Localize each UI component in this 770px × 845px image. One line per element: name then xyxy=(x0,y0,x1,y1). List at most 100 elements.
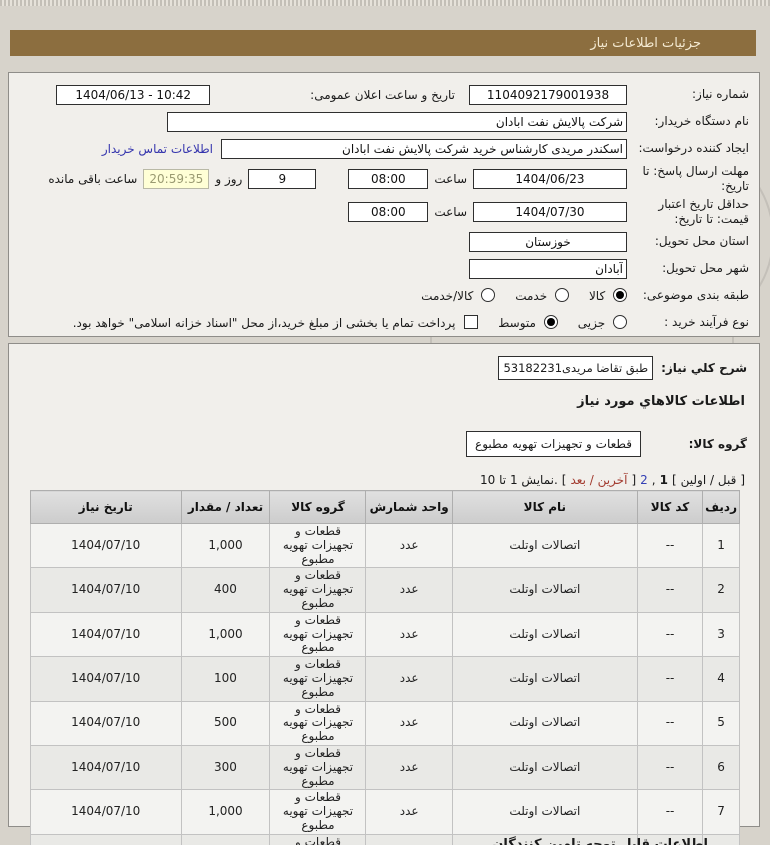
price-validity-label: حداقل تاریخ اعتبار قیمت: تا تاریخ: xyxy=(658,196,749,226)
cell-item-code: -- xyxy=(636,656,704,702)
goods-group-label: گروه کالا: xyxy=(688,437,747,451)
cell-unit: عدد xyxy=(365,611,453,658)
cell-group: قطعات و تجهیزات تهویه مطبوع xyxy=(269,833,367,845)
cell-row-number: 6 xyxy=(702,744,740,791)
price-validity-hour-input[interactable] xyxy=(348,201,429,222)
table-row: 4 -- اتصالات اوتلت عدد قطعات و تجهیزات ت… xyxy=(30,656,740,702)
treasury-payment-option: پرداخت تمام یا بخشی از مبلغ خرید،از محل … xyxy=(73,315,479,330)
radio-goods-label: کالا xyxy=(588,289,606,303)
buyer-org-input[interactable] xyxy=(167,111,627,132)
overall-desc-box: طبق تقاضا مریدی53182231 xyxy=(498,356,654,380)
province-input[interactable] xyxy=(469,231,627,252)
cell-item-name: اتصالات اوتلت xyxy=(451,567,638,613)
price-validity-row: حداقل تاریخ اعتبار قیمت: تا تاریخ: ساعت xyxy=(17,195,749,228)
goods-details-panel: شرح کلي نیاز: طبق تقاضا مریدی53182231 اط… xyxy=(8,343,760,845)
cell-row-number: 2 xyxy=(702,567,740,613)
cell-unit: عدد xyxy=(365,833,453,845)
cell-quantity: 400 xyxy=(180,567,271,613)
cell-item-code: -- xyxy=(636,700,704,746)
deadline-hour-label: ساعت xyxy=(434,171,467,186)
request-info-panel: شماره نیاز: تاریخ و ساعت اعلان عمومی: نا… xyxy=(8,72,760,337)
announce-datetime-label: تاریخ و ساعت اعلان عمومی: xyxy=(310,87,455,102)
remaining-days-input[interactable] xyxy=(248,168,317,189)
cell-unit: عدد xyxy=(365,700,453,746)
cell-need-date: 1404/07/10 xyxy=(30,833,182,845)
goods-group-row: گروه کالا: قطعات و تجهیزات تهویه مطبوع xyxy=(17,431,747,457)
cell-quantity: 1,000 xyxy=(180,789,271,835)
bracket: [ xyxy=(561,473,567,487)
cell-need-date: 1404/07/10 xyxy=(30,656,182,702)
validity-hour-label: ساعت xyxy=(434,204,467,219)
process-option-medium[interactable]: متوسط xyxy=(498,315,558,330)
cell-item-code: -- xyxy=(636,567,704,613)
cell-need-date: 1404/07/10 xyxy=(30,789,182,835)
process-option-minor[interactable]: جزیی xyxy=(578,315,627,330)
process-type-row: نوع فرآیند خرید : جزیی متوسط پرداخت تمام… xyxy=(17,309,749,336)
cell-row-number: 7 xyxy=(702,789,740,835)
need-number-input[interactable] xyxy=(469,84,627,105)
response-deadline-date-input[interactable] xyxy=(473,168,627,189)
page-title: جزئیات اطلاعات نیاز xyxy=(590,35,701,51)
need-number-row: شماره نیاز: تاریخ و ساعت اعلان عمومی: xyxy=(17,81,749,108)
col-header-item-code: کد کالا xyxy=(636,490,704,524)
cell-group: قطعات و تجهیزات تهویه مطبوع xyxy=(269,744,367,791)
response-deadline-hour-input[interactable] xyxy=(348,168,429,189)
cell-unit: عدد xyxy=(365,567,453,613)
cell-quantity: 300 xyxy=(180,744,271,791)
radio-goods-service-label: کالا/خدمت xyxy=(421,289,474,303)
pagination-bar: نمایش 1 تا 10. [ آخرین / بعد ] 2 , 1 [ ق… xyxy=(17,473,745,487)
table-row: 7 -- اتصالات اوتلت عدد قطعات و تجهیزات ت… xyxy=(30,789,740,835)
cell-unit: عدد xyxy=(365,522,453,569)
top-stripes-decoration xyxy=(0,0,770,6)
cell-unit: عدد xyxy=(365,656,453,702)
pagination-page-2-link[interactable]: 2 xyxy=(640,473,648,487)
cell-quantity: 500 xyxy=(180,700,271,746)
cell-item-name: اتصالات اوتلت xyxy=(451,656,638,702)
classification-option-service[interactable]: خدمت xyxy=(515,288,569,303)
table-row: 3 -- اتصالات اوتلت عدد قطعات و تجهیزات ت… xyxy=(30,611,740,658)
cell-need-date: 1404/07/10 xyxy=(30,611,182,658)
radio-medium-label: متوسط xyxy=(498,316,536,330)
cell-item-name: اتصالات اوتلت xyxy=(451,611,638,658)
process-type-label: نوع فرآیند خرید : xyxy=(664,315,749,329)
cell-row-number: 5 xyxy=(702,700,740,746)
price-validity-date-input[interactable] xyxy=(473,201,627,222)
bracket: [ xyxy=(671,473,677,487)
bottom-partial-heading: اطلاعات قابل توجه تامین کنندگان xyxy=(492,837,708,845)
goods-table-body: 1 -- اتصالات اوتلت عدد قطعات و تجهیزات ت… xyxy=(30,522,740,845)
cell-row-number: 3 xyxy=(702,611,740,658)
cell-item-code: -- xyxy=(636,522,704,569)
page-title-bar: جزئیات اطلاعات نیاز xyxy=(10,30,756,56)
remaining-hours-label: ساعت باقی مانده xyxy=(48,171,138,186)
cell-item-code: -- xyxy=(636,744,704,791)
city-input[interactable] xyxy=(469,258,627,279)
radio-minor-icon[interactable] xyxy=(613,315,627,329)
table-row: 5 -- اتصالات اوتلت عدد قطعات و تجهیزات ت… xyxy=(30,700,740,746)
radio-service-icon[interactable] xyxy=(554,288,569,302)
classification-row: طبقه بندی موضوعی: کالا خدمت کالا/خدمت xyxy=(17,282,749,309)
radio-goods-service-icon[interactable] xyxy=(481,288,496,302)
goods-info-heading: اطلاعات کالاهاي مورد نياز xyxy=(577,394,745,409)
days-label: روز و xyxy=(215,171,243,186)
treasury-checkbox[interactable] xyxy=(464,315,479,329)
cell-item-code: -- xyxy=(636,611,704,658)
announce-datetime-input[interactable] xyxy=(56,84,211,105)
overall-desc-row: شرح کلي نیاز: طبق تقاضا مریدی53182231 xyxy=(17,356,747,380)
cell-row-number: 4 xyxy=(702,656,740,702)
radio-medium-icon[interactable] xyxy=(543,315,558,329)
buyer-contact-link[interactable]: اطلاعات تماس خریدار xyxy=(102,142,213,156)
col-header-item-name: نام کالا xyxy=(451,490,638,524)
classification-option-goods-service[interactable]: کالا/خدمت xyxy=(421,288,496,303)
cell-item-name: اتصالات اوتلت xyxy=(451,789,638,835)
countdown-timer: 20:59:35 xyxy=(143,168,210,189)
radio-goods-icon[interactable] xyxy=(613,288,627,302)
request-creator-input[interactable] xyxy=(221,138,627,159)
cell-need-date: 1404/07/10 xyxy=(30,744,182,791)
classification-option-goods[interactable]: کالا xyxy=(589,288,627,303)
cell-need-date: 1404/07/10 xyxy=(30,700,182,746)
cell-need-date: 1404/07/10 xyxy=(30,567,182,613)
buyer-org-row: نام دستگاه خریدار: xyxy=(17,108,749,135)
cell-group: قطعات و تجهیزات تهویه مطبوع xyxy=(269,567,367,613)
pagination-last-next-link[interactable]: آخرین / بعد xyxy=(570,473,627,487)
classification-label: طبقه بندی موضوعی: xyxy=(642,288,749,302)
